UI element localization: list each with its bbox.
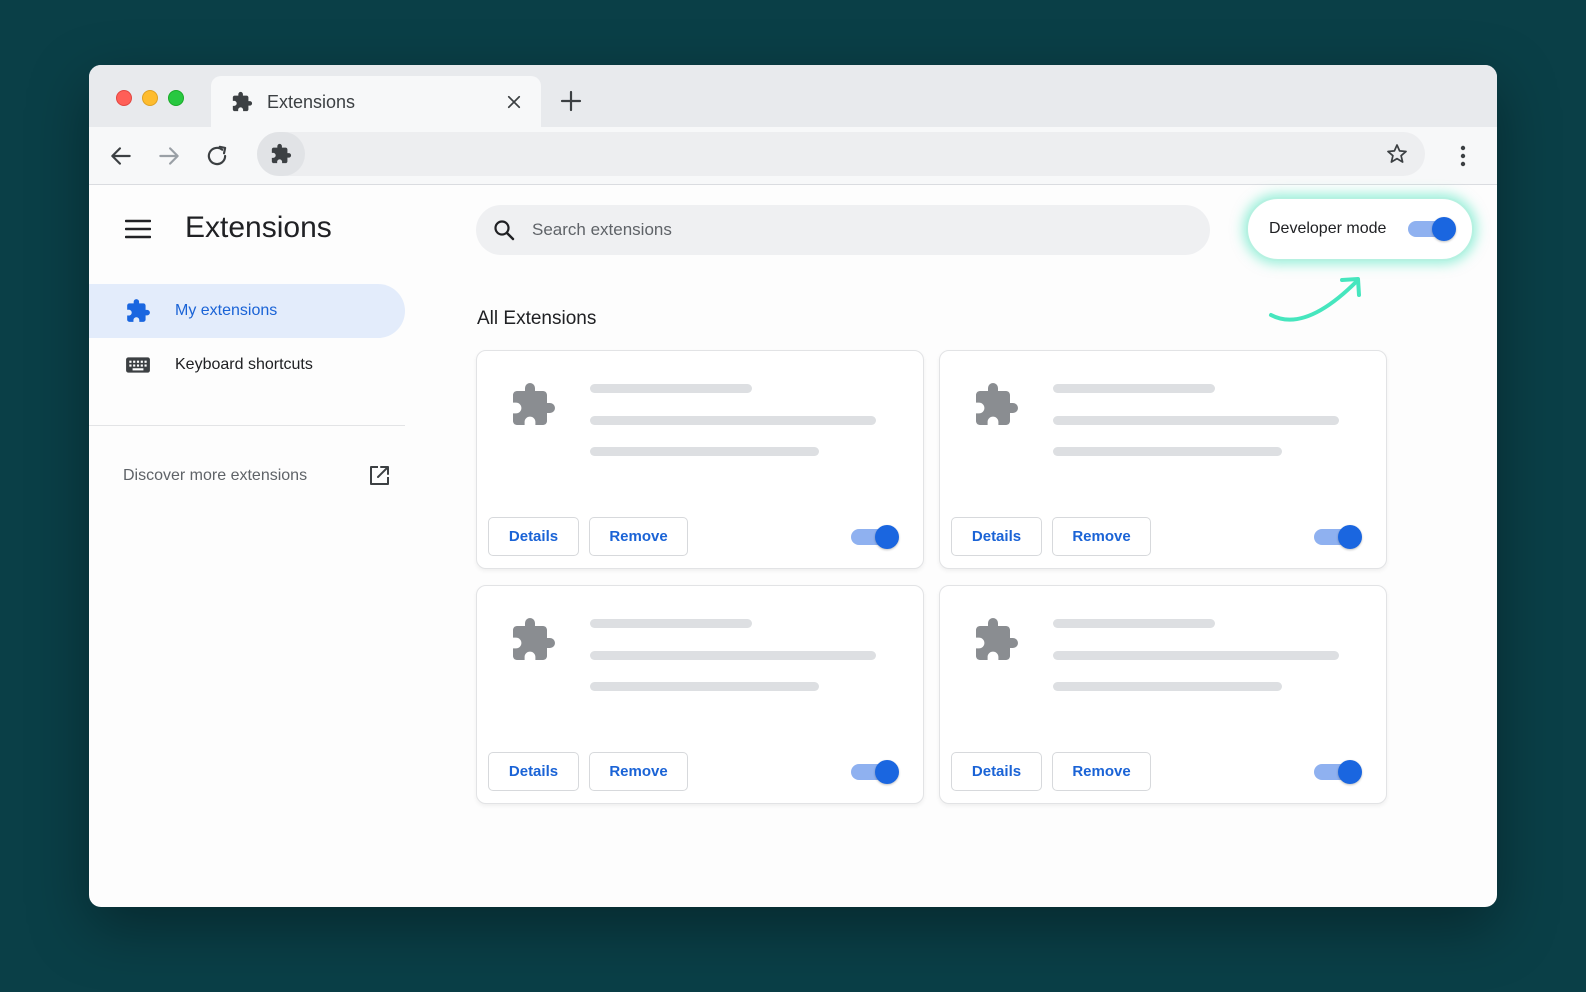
extension-enable-toggle[interactable] bbox=[1314, 758, 1362, 786]
hamburger-menu-icon[interactable] bbox=[125, 219, 151, 239]
close-icon[interactable] bbox=[505, 93, 523, 111]
forward-arrow-icon[interactable] bbox=[156, 143, 182, 169]
skeleton-line bbox=[1053, 619, 1215, 628]
new-tab-button[interactable] bbox=[559, 89, 583, 113]
tab-title: Extensions bbox=[267, 91, 356, 112]
extension-card: Details Remove bbox=[939, 350, 1387, 569]
extension-enable-toggle[interactable] bbox=[851, 523, 899, 551]
details-button[interactable]: Details bbox=[488, 752, 579, 791]
bookmark-star-icon[interactable] bbox=[1385, 142, 1409, 166]
page-title: Extensions bbox=[185, 211, 332, 244]
skeleton-line bbox=[1053, 682, 1282, 691]
close-window-button[interactable] bbox=[116, 90, 132, 106]
skeleton-line bbox=[590, 416, 876, 425]
sidebar-item-label: Keyboard shortcuts bbox=[175, 356, 313, 373]
details-button[interactable]: Details bbox=[951, 752, 1042, 791]
puzzle-icon bbox=[127, 299, 150, 322]
extensions-chip[interactable] bbox=[257, 132, 305, 176]
extension-enable-toggle[interactable] bbox=[1314, 523, 1362, 551]
minimize-window-button[interactable] bbox=[142, 90, 158, 106]
remove-button[interactable]: Remove bbox=[589, 517, 688, 556]
skeleton-line bbox=[590, 447, 819, 456]
browser-window: Extensions Extensions My extensions Keyb… bbox=[89, 65, 1497, 907]
maximize-window-button[interactable] bbox=[168, 90, 184, 106]
skeleton-line bbox=[1053, 384, 1215, 393]
sidebar-divider bbox=[89, 425, 405, 426]
skeleton-line bbox=[590, 651, 876, 660]
skeleton-line bbox=[1053, 416, 1339, 425]
sidebar-item-label: My extensions bbox=[175, 302, 278, 319]
remove-button[interactable]: Remove bbox=[1052, 517, 1151, 556]
skeleton-line bbox=[590, 682, 819, 691]
back-arrow-icon[interactable] bbox=[108, 143, 134, 169]
section-title: All Extensions bbox=[477, 308, 597, 329]
kebab-menu-icon[interactable] bbox=[1451, 143, 1475, 169]
search-icon bbox=[494, 220, 515, 241]
address-bar[interactable] bbox=[257, 132, 1425, 176]
search-input[interactable] bbox=[532, 220, 1132, 240]
extension-enable-toggle[interactable] bbox=[851, 758, 899, 786]
tab-extensions[interactable]: Extensions bbox=[211, 76, 541, 128]
puzzle-icon bbox=[513, 383, 555, 425]
tab-strip: Extensions bbox=[89, 65, 1497, 128]
discover-more-link[interactable]: Discover more extensions bbox=[123, 461, 391, 491]
browser-toolbar bbox=[89, 127, 1497, 185]
skeleton-line bbox=[1053, 447, 1282, 456]
details-button[interactable]: Details bbox=[488, 517, 579, 556]
remove-button[interactable]: Remove bbox=[589, 752, 688, 791]
remove-button[interactable]: Remove bbox=[1052, 752, 1151, 791]
puzzle-icon bbox=[513, 618, 555, 660]
puzzle-icon bbox=[232, 91, 253, 112]
developer-mode-toggle[interactable] bbox=[1408, 215, 1456, 243]
reload-icon[interactable] bbox=[204, 143, 230, 169]
developer-mode-label: Developer mode bbox=[1269, 220, 1387, 237]
puzzle-icon bbox=[271, 143, 292, 164]
extension-card: Details Remove bbox=[476, 585, 924, 804]
keyboard-icon bbox=[126, 357, 150, 373]
puzzle-icon bbox=[976, 383, 1018, 425]
puzzle-icon bbox=[976, 618, 1018, 660]
highlight-arrow-icon bbox=[1269, 277, 1361, 322]
sidebar-item-keyboard-shortcuts[interactable]: Keyboard shortcuts bbox=[89, 338, 405, 392]
sidebar-item-my-extensions[interactable]: My extensions bbox=[89, 284, 405, 338]
search-bar[interactable] bbox=[476, 205, 1210, 255]
external-link-icon bbox=[370, 466, 389, 485]
details-button[interactable]: Details bbox=[951, 517, 1042, 556]
skeleton-line bbox=[590, 619, 752, 628]
skeleton-line bbox=[590, 384, 752, 393]
extension-card: Details Remove bbox=[476, 350, 924, 569]
discover-label: Discover more extensions bbox=[123, 467, 308, 484]
developer-mode-control[interactable]: Developer mode bbox=[1246, 197, 1474, 261]
extension-card: Details Remove bbox=[939, 585, 1387, 804]
skeleton-line bbox=[1053, 651, 1339, 660]
